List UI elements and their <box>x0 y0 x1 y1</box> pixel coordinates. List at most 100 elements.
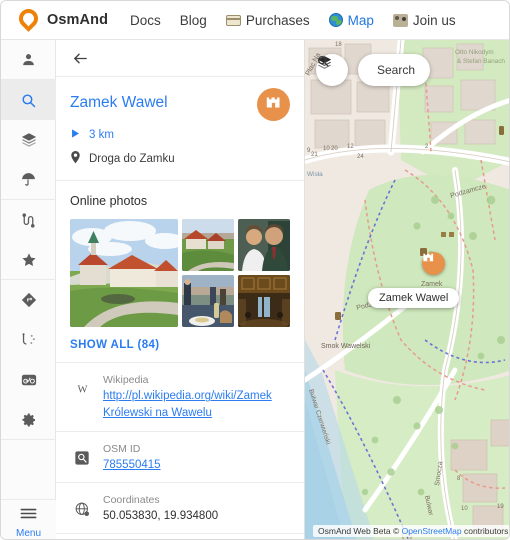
attribution-suffix: contributors <box>461 526 509 536</box>
svg-text:W: W <box>77 385 87 396</box>
detail-body: Coordinates 50.053830, 19.934800 <box>103 492 218 524</box>
detail-label: Wikipedia <box>103 374 149 387</box>
castle-icon <box>265 95 282 115</box>
distance-row: 3 km <box>70 128 290 142</box>
sidebar-menu-button[interactable]: Menu <box>1 499 56 539</box>
star-icon <box>20 251 38 269</box>
hamburger-menu-icon <box>19 506 38 526</box>
nav-link-join-us-label: Join us <box>412 12 456 28</box>
osm-id-link[interactable]: 785550415 <box>103 457 161 474</box>
nav-link-docs-label: Docs <box>130 12 161 28</box>
photo-thumbnail[interactable] <box>238 275 290 328</box>
location-pin-icon <box>70 151 81 167</box>
svg-text:18: 18 <box>335 42 342 48</box>
svg-text:19: 19 <box>497 504 504 510</box>
page-title: Zamek Wawel <box>70 94 168 111</box>
detail-label: Coordinates <box>103 494 160 507</box>
sidebar-item-navigation[interactable] <box>1 280 56 320</box>
sidebar-item-cycling[interactable] <box>1 360 56 400</box>
plugins-icon <box>20 332 37 349</box>
show-all-photos-link[interactable]: SHOW ALL (84) <box>70 339 290 351</box>
bicycle-icon <box>20 371 38 389</box>
detail-row-osm-id: OSM ID 785550415 <box>56 432 304 484</box>
svg-text:24: 24 <box>357 154 364 160</box>
photo-column <box>182 219 290 328</box>
sidebar-item-plugins[interactable] <box>1 320 56 360</box>
gear-icon <box>20 411 38 429</box>
svg-text:21: 21 <box>311 152 318 158</box>
nav-link-map-label: Map <box>347 12 374 28</box>
people-icon <box>392 13 408 27</box>
navigation-icon <box>20 291 38 309</box>
direction-arrow-icon <box>70 128 81 142</box>
online-photos-section: Online photos SHOW ALL (84) <box>56 181 304 364</box>
coordinates-icon <box>72 499 92 519</box>
nav-link-docs[interactable]: Docs <box>130 13 161 28</box>
sidebar-item-profile[interactable] <box>1 40 56 80</box>
globe-icon <box>328 13 343 27</box>
svg-text:20: 20 <box>331 146 338 152</box>
openstreetmap-link[interactable]: OpenStreetMap <box>402 526 462 536</box>
place-details-panel: Zamek Wawel 3 km Droga do Zamku Online p… <box>56 40 305 539</box>
svg-text:10: 10 <box>323 146 330 152</box>
detail-label: OSM ID <box>103 442 141 455</box>
photo-thumbnail[interactable] <box>182 219 234 272</box>
address-row: Droga do Zamku <box>70 151 290 167</box>
umbrella-icon <box>20 171 37 188</box>
map-marker[interactable]: Zamek Wawel <box>368 252 460 308</box>
sidebar-item-layers[interactable] <box>1 120 56 160</box>
map-water-label: Wisła <box>307 171 323 178</box>
photo-thumbnail[interactable] <box>70 219 178 328</box>
map-controls: Search <box>316 54 431 86</box>
nav-link-purchases[interactable]: Purchases <box>225 12 310 28</box>
track-icon <box>20 212 37 229</box>
map-poi-label: Zamek <box>421 281 443 288</box>
place-header: Zamek Wawel 3 km Droga do Zamku <box>56 77 304 182</box>
nav-link-blog-label: Blog <box>179 12 207 28</box>
detail-body: OSM ID 785550415 <box>103 441 161 474</box>
marker-castle-badge <box>422 252 445 275</box>
nav-link-map[interactable]: Map <box>328 12 374 28</box>
sidebar-item-settings[interactable] <box>1 400 56 440</box>
sidebar-menu-label: Menu <box>15 528 41 539</box>
svg-text:10: 10 <box>461 506 468 512</box>
sidebar-item-weather[interactable] <box>1 160 56 200</box>
map-viewport[interactable]: Plac Na Podzamcze Podzamcze Otto Nikodym… <box>305 40 509 539</box>
photo-thumbnail[interactable] <box>238 219 290 272</box>
marker-tooltip: Zamek Wawel <box>368 288 460 308</box>
nav-link-purchases-label: Purchases <box>245 12 310 28</box>
photo-row-top <box>182 219 290 272</box>
address-value: Droga do Zamku <box>89 153 175 166</box>
nav-link-blog[interactable]: Blog <box>180 13 207 28</box>
coordinates-value: 50.053830, 19.934800 <box>103 510 219 523</box>
osmand-web-app: OsmAnd Docs Blog Purchases Map Join us M… <box>0 0 510 540</box>
map-search-label: Search <box>377 63 416 77</box>
osmand-logo-icon[interactable] <box>15 5 42 32</box>
attribution-prefix: OsmAnd Web Beta © <box>318 526 402 536</box>
map-search-button[interactable]: Search <box>317 54 431 86</box>
detail-body: Wikipedia http://pl.wikipedia.org/wiki/Z… <box>103 372 290 421</box>
sidebar-item-search[interactable] <box>1 80 56 120</box>
distance-value: 3 km <box>89 129 114 142</box>
panel-toolbar <box>56 40 304 77</box>
svg-text:12: 12 <box>347 144 354 150</box>
nav-link-join-us[interactable]: Join us <box>392 12 456 28</box>
nav-links: Docs Blog Purchases Map Join us <box>130 13 456 28</box>
left-icon-rail: Menu <box>1 40 56 539</box>
photo-row-bottom <box>182 275 290 328</box>
search-icon <box>20 92 37 109</box>
wikipedia-link[interactable]: http://pl.wikipedia.org/wiki/Zamek Króle… <box>103 388 290 421</box>
person-icon <box>20 51 37 68</box>
detail-row-wikipedia: W Wikipedia http://pl.wikipedia.org/wiki… <box>56 363 304 432</box>
map-area-label: Otto Nikodym <box>455 49 494 56</box>
layers-icon <box>20 131 38 149</box>
wikipedia-icon: W <box>72 379 92 399</box>
osm-id-icon <box>72 448 92 468</box>
card-icon <box>225 14 241 26</box>
photo-thumbnail[interactable] <box>182 275 234 328</box>
online-photos-heading: Online photos <box>70 194 148 209</box>
sidebar-item-favorites[interactable] <box>1 240 56 280</box>
sidebar-item-tracks[interactable] <box>1 200 56 240</box>
photo-grid <box>70 219 290 328</box>
back-button[interactable] <box>69 47 91 69</box>
